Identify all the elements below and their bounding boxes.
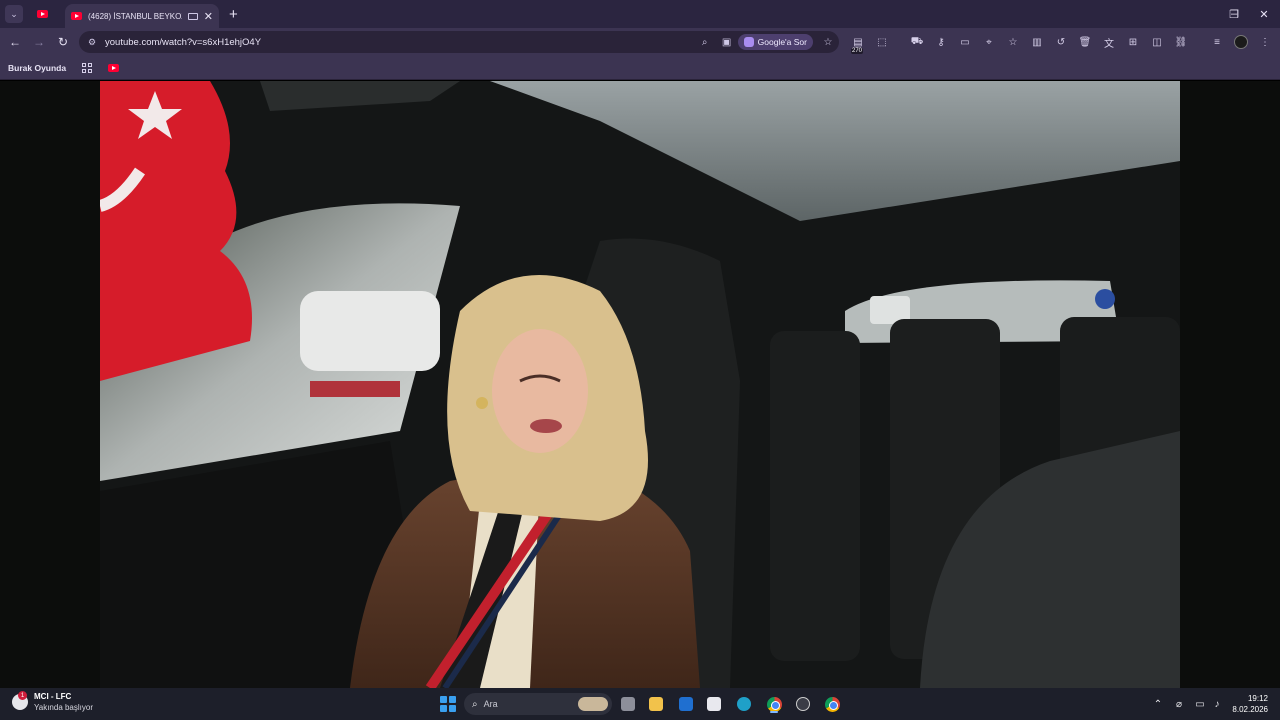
bookmark-burak-oyunda[interactable]: Burak Oyunda <box>8 63 66 73</box>
network-off-icon[interactable]: ⌀ <box>1172 697 1186 711</box>
link-icon[interactable]: ⛓ <box>1171 32 1191 52</box>
site-info-icon[interactable]: ⚙ <box>85 35 99 49</box>
search-icon[interactable]: ⌕ <box>694 33 716 51</box>
extension-badge: 270 <box>851 48 864 54</box>
bookmark-star-icon[interactable]: ☆ <box>1003 32 1023 52</box>
windows-start-icon[interactable] <box>440 696 456 712</box>
chevron-down-icon[interactable]: ⌄ <box>5 5 23 23</box>
browser-toolbar: ← → ↻ ⚙ youtube.com/watch?v=s6xH1ehjO4Y … <box>0 28 1280 56</box>
profile-shape <box>796 697 810 711</box>
translate-icon[interactable]: 文 <box>1099 32 1119 52</box>
reading-list-icon[interactable]: ▥ <box>1027 32 1047 52</box>
taskbar-search[interactable]: ⌕ Ara <box>464 693 612 715</box>
clock-date: 8.02.2026 <box>1232 705 1268 714</box>
side-panel-icon[interactable]: ◫ <box>1147 32 1167 52</box>
weather-widget[interactable]: 1 MCI - LFC Yakında başlıyor <box>12 691 93 713</box>
widget-title: MCI - LFC <box>34 692 72 701</box>
task-view-shape <box>621 697 635 711</box>
card-icon[interactable]: ▭ <box>955 32 975 52</box>
bookmarks-bar: Burak Oyunda <box>0 56 1280 80</box>
pinned-youtube-tab[interactable] <box>31 4 53 24</box>
minimize-button-2 <box>1186 0 1218 28</box>
google-ask-label: Google'a Sor <box>757 37 807 47</box>
outlook-shape <box>679 697 693 711</box>
edge-shape <box>737 697 751 711</box>
video-player-area[interactable] <box>0 81 1280 688</box>
forward-button[interactable]: → <box>27 30 51 54</box>
video-frame[interactable] <box>100 81 1180 688</box>
widget-subtitle: Yakında başlıyor <box>34 703 93 712</box>
new-tab-button[interactable]: + <box>229 6 238 23</box>
volume-icon[interactable]: ♪ <box>1210 697 1224 711</box>
task-view-icon[interactable] <box>618 694 638 714</box>
folder-shape <box>649 697 663 711</box>
url-text[interactable]: youtube.com/watch?v=s6xH1ehjO4Y <box>105 37 694 48</box>
youtube-icon <box>71 12 82 20</box>
chrome-profile-icon[interactable] <box>793 694 813 714</box>
install-app-icon[interactable]: ▣ <box>716 33 738 51</box>
file-explorer-icon[interactable] <box>646 694 666 714</box>
notification-badge: 1 <box>18 691 27 700</box>
grid-icon[interactable]: ⊞ <box>1123 32 1143 52</box>
chrome-icon-2[interactable] <box>822 694 842 714</box>
profile-avatar[interactable] <box>1231 32 1251 52</box>
address-bar[interactable]: ⚙ youtube.com/watch?v=s6xH1ehjO4Y ⌕ ▣ Go… <box>79 31 839 53</box>
browser-tab-strip: ⌄ (4628) İSTANBUL BEYKOZ E ✕ + – ❐ ✕ <box>0 0 1280 28</box>
car-icon[interactable]: ⛟ <box>907 32 927 52</box>
search-highlight-icon <box>578 697 608 711</box>
key-icon[interactable]: ⚷ <box>931 32 951 52</box>
chevron-up-icon[interactable]: ⌃ <box>1151 697 1165 711</box>
screen: ⌄ (4628) İSTANBUL BEYKOZ E ✕ + – ❐ ✕ ← →… <box>0 0 1280 720</box>
system-clock[interactable]: 19:12 8.02.2026 <box>1232 693 1268 715</box>
sports-icon: 1 <box>12 691 28 710</box>
store-icon[interactable] <box>704 694 724 714</box>
chrome-icon[interactable] <box>764 694 784 714</box>
windows-taskbar: 1 MCI - LFC Yakında başlıyor ⌕ Ara ⌃ ⌀ ▭… <box>0 688 1280 720</box>
picture-in-picture-icon[interactable] <box>187 12 198 20</box>
active-indicator <box>770 711 778 713</box>
tab-title: (4628) İSTANBUL BEYKOZ E <box>88 11 182 21</box>
avatar <box>1234 35 1248 49</box>
star-icon[interactable]: ☆ <box>817 33 839 51</box>
history-icon[interactable]: ↺ <box>1051 32 1071 52</box>
bookmark-youtube[interactable] <box>108 59 120 77</box>
close-window-button[interactable]: ✕ <box>1248 0 1280 28</box>
store-shape <box>707 697 721 711</box>
chrome-shape-2 <box>824 696 840 712</box>
google-lens-icon <box>743 37 754 47</box>
trash-icon[interactable]: 🗑 <box>1075 32 1095 52</box>
outlook-icon[interactable] <box>676 694 696 714</box>
restore-button[interactable]: ❐ <box>1218 0 1250 28</box>
clock-time: 19:12 <box>1247 694 1268 703</box>
active-tab[interactable]: (4628) İSTANBUL BEYKOZ E ✕ <box>65 4 219 28</box>
search-icon: ⌕ <box>472 698 478 710</box>
puzzle-icon[interactable]: ⬚ <box>872 32 892 52</box>
edge-icon[interactable] <box>734 694 754 714</box>
close-tab-icon[interactable]: ✕ <box>204 10 213 23</box>
location-icon[interactable]: ⌖ <box>979 32 999 52</box>
media-queue-icon[interactable]: ≡ <box>1207 32 1227 52</box>
extension-icon[interactable]: ▤ 270 <box>848 32 868 54</box>
video-scene <box>100 81 1180 688</box>
apps-grid-icon[interactable] <box>82 62 93 73</box>
search-placeholder: Ara <box>483 699 498 709</box>
chrome-shape <box>766 696 782 712</box>
menu-icon[interactable]: ⋮ <box>1255 32 1275 52</box>
youtube-icon <box>36 10 48 18</box>
back-button[interactable]: ← <box>3 30 27 54</box>
display-icon[interactable]: ▭ <box>1193 697 1207 711</box>
reload-button[interactable]: ↻ <box>51 30 75 54</box>
youtube-icon <box>108 63 120 72</box>
google-ask-button[interactable]: Google'a Sor <box>737 34 813 50</box>
